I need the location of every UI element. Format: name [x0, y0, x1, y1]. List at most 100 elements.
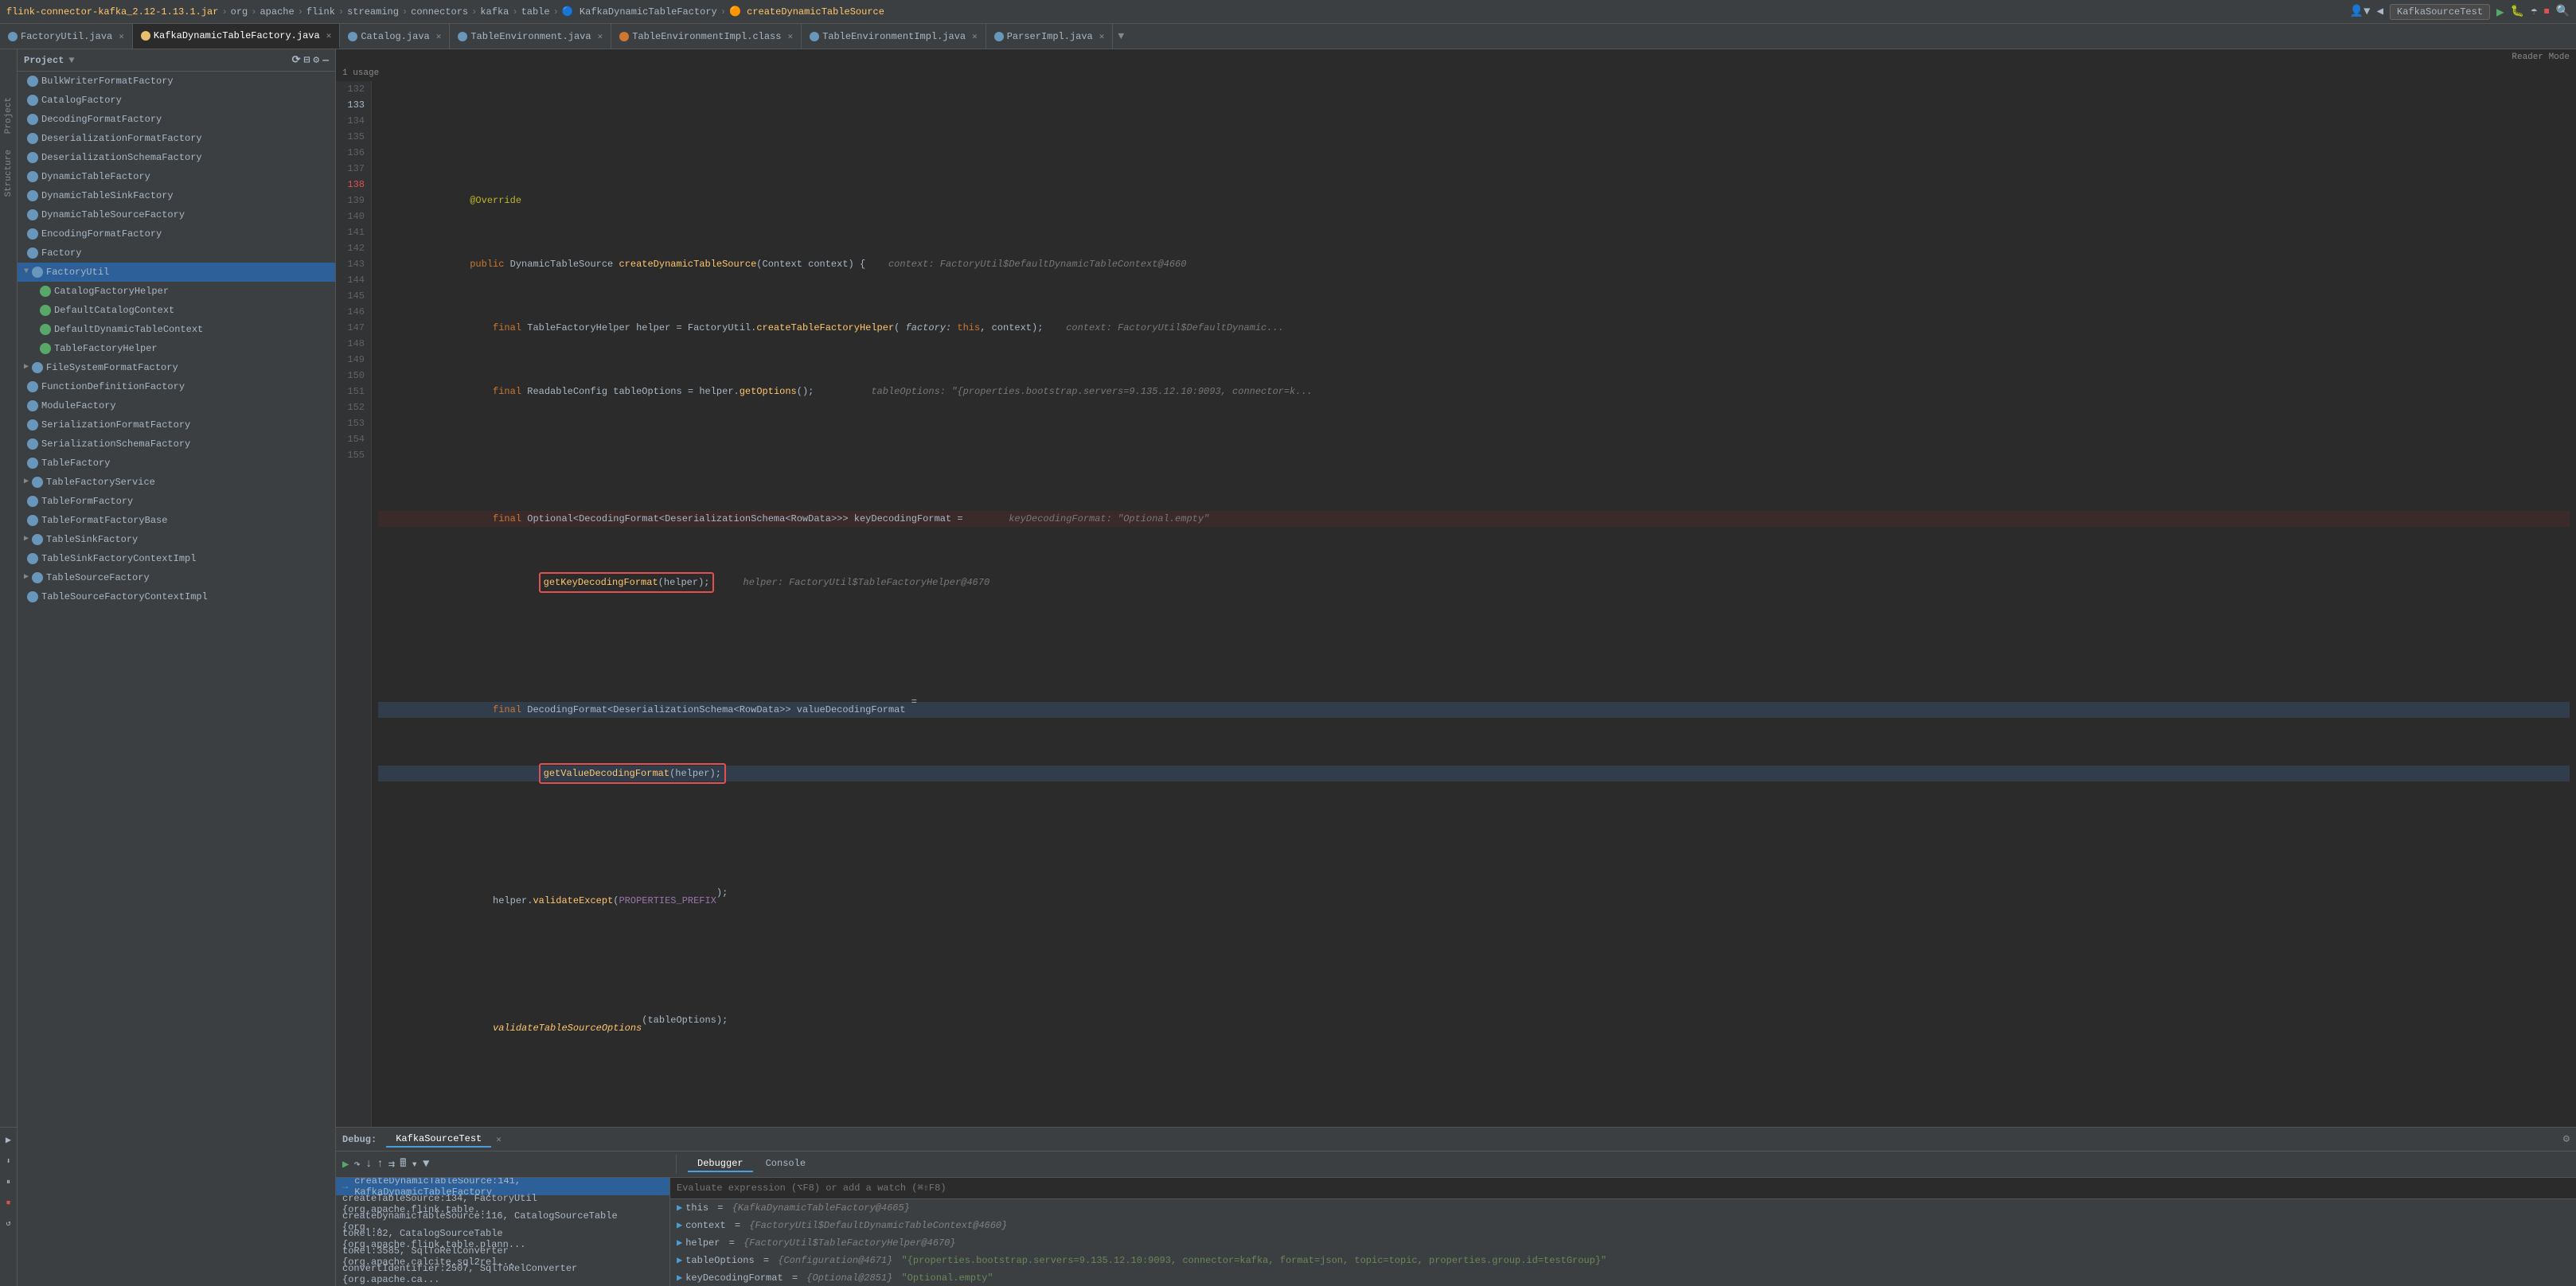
breadcrumb-table[interactable]: table — [521, 6, 550, 18]
search-icon[interactable]: 🔍 — [2556, 5, 2570, 18]
sidebar-dropdown-icon[interactable]: ▼ — [68, 55, 74, 66]
sidebar-item-catalog-factory-helper[interactable]: CatalogFactoryHelper — [18, 282, 335, 301]
tab-close-factory-util[interactable]: ✕ — [119, 31, 124, 42]
debug-inner-tab-debugger[interactable]: Debugger — [688, 1156, 753, 1172]
debug-inner-tab-console[interactable]: Console — [756, 1156, 815, 1172]
ln-138: 138 — [342, 177, 365, 193]
var-arrow[interactable]: ▶ — [677, 1271, 682, 1285]
tab-close-catalog[interactable]: ✕ — [436, 31, 442, 42]
tab-close-parser-impl[interactable]: ✕ — [1099, 31, 1105, 42]
settings-icon[interactable]: ⚙ — [313, 54, 319, 66]
tab-close-table-env-impl-class[interactable]: ✕ — [787, 31, 793, 42]
debug-frame-5[interactable]: convertIdentifier:2507, SqlToRelConverte… — [336, 1265, 669, 1283]
sidebar-item-table-sink-factory[interactable]: ▶ TableSinkFactory — [18, 530, 335, 549]
coverage-icon[interactable]: ☂ — [2531, 5, 2537, 18]
expression-input[interactable] — [677, 1181, 2570, 1195]
sidebar-item-dynamic-table-source[interactable]: DynamicTableSourceFactory — [18, 205, 335, 224]
run-icon[interactable]: ▶ — [2496, 4, 2504, 20]
tab-table-env-impl-class[interactable]: TableEnvironmentImpl.class ✕ — [611, 24, 802, 49]
breadcrumb-apache[interactable]: apache — [260, 6, 294, 18]
step-over-icon[interactable]: ↷ — [353, 1158, 360, 1171]
sidebar-item-serialization-format[interactable]: SerializationFormatFactory — [18, 415, 335, 435]
structure-strip-label[interactable]: Structure — [4, 150, 14, 197]
editor-area: Reader Mode 1 usage 132 133 134 135 136 … — [336, 49, 2576, 1127]
breadcrumb-flink[interactable]: flink — [306, 6, 335, 18]
tab-close-kafka-dynamic[interactable]: ✕ — [326, 30, 332, 41]
filter-dropdown[interactable]: ▼ — [423, 1158, 429, 1171]
tab-factory-util[interactable]: FactoryUtil.java ✕ — [0, 24, 133, 49]
sidebar-item-decoding-format[interactable]: DecodingFormatFactory — [18, 110, 335, 129]
sidebar-item-factory[interactable]: Factory — [18, 244, 335, 263]
var-arrow[interactable]: ▶ — [677, 1236, 682, 1250]
sidebar-item-label: CatalogFactory — [41, 92, 122, 108]
filter-icon[interactable]: ▾ — [412, 1158, 418, 1171]
profile-icon[interactable]: 👤▼ — [2350, 5, 2371, 18]
code-content[interactable]: 132 133 134 135 136 137 138 139 140 141 … — [336, 81, 2576, 1127]
var-arrow[interactable]: ▶ — [677, 1201, 682, 1215]
debug-settings-gear[interactable]: ⚙ — [2563, 1132, 2570, 1146]
step-into-icon[interactable]: ↓ — [365, 1158, 372, 1171]
stop-icon[interactable]: ⏹ — [2544, 6, 2550, 18]
debug-rerun-btn[interactable]: ↺ — [4, 1216, 12, 1232]
sidebar-item-table-sink-context-impl[interactable]: TableSinkFactoryContextImpl — [18, 549, 335, 568]
sidebar-item-dynamic-table-factory[interactable]: DynamicTableFactory — [18, 167, 335, 186]
sidebar-item-filesystem-format[interactable]: ▶ FileSystemFormatFactory — [18, 358, 335, 377]
debug-step-btn[interactable]: ⬇ — [4, 1154, 12, 1170]
run-to-cursor-icon[interactable]: ⇉ — [388, 1158, 395, 1171]
breadcrumb-connectors[interactable]: connectors — [411, 6, 468, 18]
resume-icon[interactable]: ▶ — [342, 1158, 349, 1171]
debug-play-btn[interactable]: ▶ — [4, 1131, 13, 1149]
collapse-icon[interactable]: ⊟ — [304, 54, 310, 66]
sidebar-item-table-source-context-impl[interactable]: TableSourceFactoryContextImpl — [18, 587, 335, 606]
tab-close-table-env-impl[interactable]: ✕ — [972, 31, 978, 42]
sidebar-item-default-dynamic-table-context[interactable]: DefaultDynamicTableContext — [18, 320, 335, 339]
sidebar-item-serialization-schema[interactable]: SerializationSchemaFactory — [18, 435, 335, 454]
code-line-134: public DynamicTableSource createDynamicT… — [378, 256, 2570, 272]
sidebar-item-table-form-factory[interactable]: TableFormFactory — [18, 492, 335, 511]
breadcrumb-streaming[interactable]: streaming — [347, 6, 399, 18]
sidebar-item-table-factory-service[interactable]: ▶ TableFactoryService — [18, 473, 335, 492]
ln-133: 133 — [342, 97, 365, 113]
breadcrumb-jar[interactable]: flink-connector-kafka_2.12-1.13.1.jar — [6, 6, 218, 18]
project-strip-label[interactable]: Project — [4, 97, 14, 134]
breadcrumb-org[interactable]: org — [231, 6, 248, 18]
sidebar-item-deserialization-format[interactable]: DeserializationFormatFactory — [18, 129, 335, 148]
tab-overflow-icon[interactable]: ▼ — [1113, 30, 1129, 42]
sidebar-item-table-format-factory-base[interactable]: TableFormatFactoryBase — [18, 511, 335, 530]
tab-catalog[interactable]: Catalog.java ✕ — [340, 24, 450, 49]
breadcrumb-method[interactable]: 🟠 createDynamicTableSource — [729, 6, 884, 18]
breadcrumb-class[interactable]: 🔵 KafkaDynamicTableFactory — [562, 6, 717, 18]
sidebar-item-encoding-format[interactable]: EncodingFormatFactory — [18, 224, 335, 244]
minus-icon[interactable]: — — [322, 54, 329, 66]
sidebar-item-deserialization-schema[interactable]: DeserializationSchemaFactory — [18, 148, 335, 167]
reader-mode-label[interactable]: Reader Mode — [2512, 53, 2570, 62]
tab-parser-impl[interactable]: ParserImpl.java ✕ — [986, 24, 1114, 49]
debug-run-icon[interactable]: 🐛 — [2511, 5, 2524, 18]
debug-tab-close[interactable]: ✕ — [496, 1134, 502, 1145]
breadcrumb-kafka[interactable]: kafka — [480, 6, 509, 18]
var-arrow[interactable]: ▶ — [677, 1253, 682, 1268]
sidebar-item-bulk-writer[interactable]: BulkWriterFormatFactory — [18, 72, 335, 91]
tab-table-env-impl[interactable]: TableEnvironmentImpl.java ✕ — [802, 24, 986, 49]
var-arrow[interactable]: ▶ — [677, 1218, 682, 1233]
tab-table-env[interactable]: TableEnvironment.java ✕ — [450, 24, 611, 49]
debug-pause-btn[interactable]: ⏸ — [5, 1175, 12, 1191]
debug-tab-kafka[interactable]: KafkaSourceTest — [386, 1132, 491, 1148]
step-out-icon[interactable]: ↑ — [377, 1158, 383, 1171]
tab-close-table-env[interactable]: ✕ — [598, 31, 603, 42]
evaluate-icon[interactable]: 🖩 — [400, 1155, 406, 1174]
run-config-selector[interactable]: KafkaSourceTest — [2390, 4, 2490, 20]
sidebar-item-catalog-factory[interactable]: CatalogFactory — [18, 91, 335, 110]
sidebar-item-function-def[interactable]: FunctionDefinitionFactory — [18, 377, 335, 396]
sidebar-item-table-factory[interactable]: TableFactory — [18, 454, 335, 473]
sidebar-item-factory-util[interactable]: ▼ FactoryUtil — [18, 263, 335, 282]
sidebar-item-default-catalog-context[interactable]: DefaultCatalogContext — [18, 301, 335, 320]
sidebar-item-module-factory[interactable]: ModuleFactory — [18, 396, 335, 415]
nav-back-icon[interactable]: ◀ — [2377, 5, 2383, 18]
debug-stop-btn[interactable]: ⏹ — [5, 1195, 12, 1211]
tab-kafka-dynamic[interactable]: KafkaDynamicTableFactory.java ✕ — [133, 24, 340, 49]
sidebar-item-table-source-factory[interactable]: ▶ TableSourceFactory — [18, 568, 335, 587]
sidebar-item-dynamic-table-sink[interactable]: DynamicTableSinkFactory — [18, 186, 335, 205]
sidebar-item-table-factory-helper[interactable]: TableFactoryHelper — [18, 339, 335, 358]
sync-icon[interactable]: ⟳ — [292, 54, 301, 66]
